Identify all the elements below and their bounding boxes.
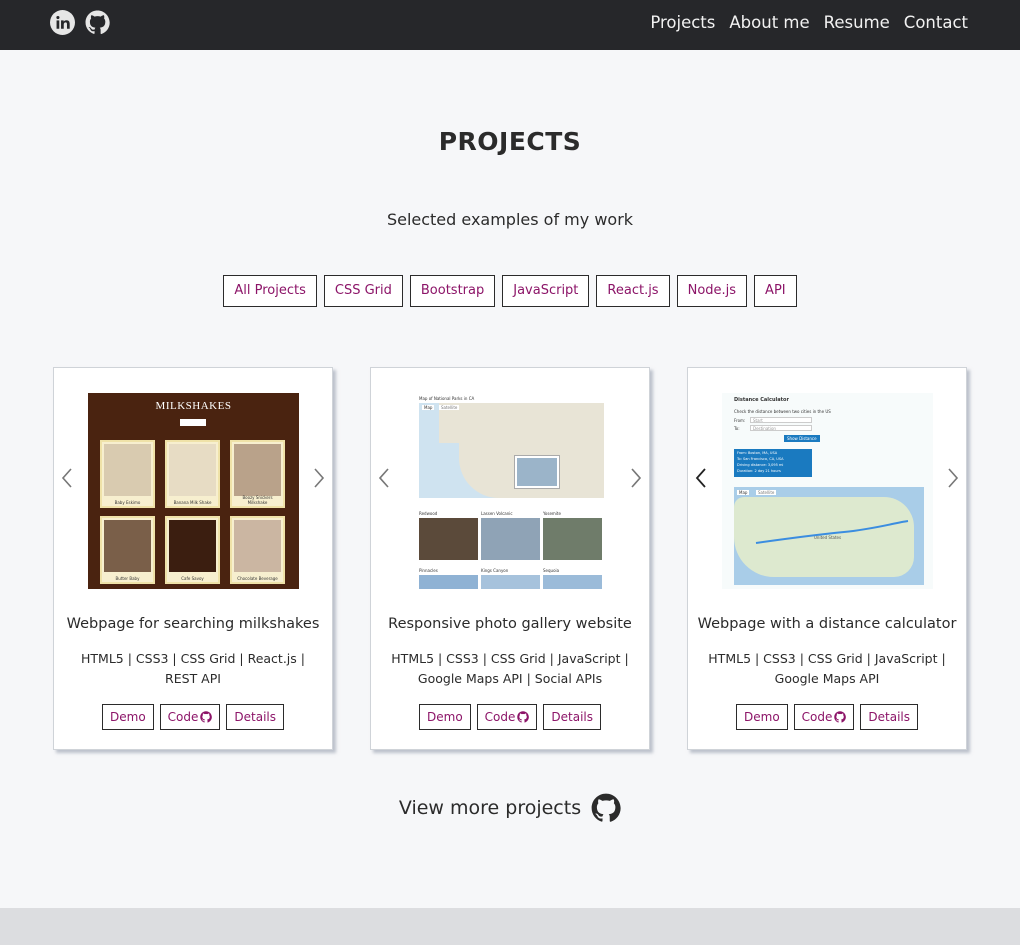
filter-nodejs[interactable]: Node.js	[676, 275, 748, 307]
card-actions: Demo Code Details	[54, 704, 332, 730]
nav-link-resume[interactable]: Resume	[824, 12, 890, 34]
card-tech-stack: HTML5 | CSS3 | CSS Grid | JavaScript | G…	[391, 651, 629, 686]
thumb-caption: Baby Eskimo	[114, 500, 141, 505]
demo-button[interactable]: Demo	[419, 704, 471, 730]
carousel-prev-icon[interactable]	[60, 466, 74, 490]
thumb-caption: Yosemite	[543, 511, 561, 516]
thumb-caption: Cafe Savoy	[181, 576, 204, 581]
project-card-milkshakes: MILKSHAKES Baby Eskimo Banana Milk Shake…	[53, 367, 333, 750]
project-filters: All Projects CSS Grid Bootstrap JavaScri…	[0, 275, 1020, 307]
filter-css-grid[interactable]: CSS Grid	[323, 275, 403, 307]
github-icon	[834, 711, 847, 723]
code-button[interactable]: Code	[159, 704, 221, 730]
github-icon[interactable]	[85, 10, 110, 35]
thumb-to-label: To:	[734, 426, 740, 431]
github-icon	[200, 711, 213, 723]
card-actions: Demo Code Details	[371, 704, 649, 730]
thumb-heading: Distance Calculator	[734, 397, 789, 403]
project-screenshot[interactable]: Map of National Parks in CA Map Satellit…	[405, 393, 616, 589]
details-label: Details	[234, 710, 276, 724]
code-label: Code	[801, 710, 833, 724]
view-more-projects-link[interactable]: View more projects	[0, 793, 1020, 823]
thumb-search-box	[180, 419, 206, 426]
thumb-caption: Redwood	[419, 511, 438, 516]
thumb-show-button: Show Distance	[784, 435, 820, 442]
project-card-distance-calculator: Distance Calculator Check the distance b…	[687, 367, 967, 750]
thumb-result-line: To: San Francisco, CA, USA	[737, 457, 784, 461]
thumb-caption: Pinnacles	[419, 568, 438, 573]
project-card-photo-gallery: Map of National Parks in CA Map Satellit…	[370, 367, 650, 750]
thumb-heading: Map of National Parks in CA	[419, 396, 475, 401]
thumb-heading: MILKSHAKES	[155, 400, 232, 412]
map-tab-satellite: Satellite	[439, 405, 460, 410]
thumb-caption: Boozy Snickers Milkshake	[242, 495, 273, 505]
details-label: Details	[551, 710, 593, 724]
thumb-caption: Banana Milk Shake	[173, 500, 212, 505]
details-button[interactable]: Details	[860, 704, 918, 730]
filter-reactjs[interactable]: React.js	[596, 275, 670, 307]
carousel-next-icon[interactable]	[946, 466, 960, 490]
demo-button[interactable]: Demo	[736, 704, 788, 730]
code-button[interactable]: Code	[793, 704, 855, 730]
navbar: Projects About me Resume Contact	[0, 0, 1020, 50]
carousel-next-icon[interactable]	[312, 466, 326, 490]
nav-link-projects[interactable]: Projects	[650, 12, 715, 34]
carousel-prev-icon[interactable]	[377, 466, 391, 490]
filter-javascript[interactable]: JavaScript	[502, 275, 590, 307]
thumb-result-line: Duration: 2 day 21 hours	[737, 469, 781, 473]
nav-link-about-me[interactable]: About me	[729, 12, 809, 34]
map-tab-map: Map	[422, 405, 435, 410]
card-title: Webpage with a distance calculator	[697, 616, 957, 632]
page-subtitle: Selected examples of my work	[386, 210, 634, 229]
filter-all-projects[interactable]: All Projects	[223, 275, 317, 307]
github-icon	[591, 793, 621, 822]
filter-bootstrap[interactable]: Bootstrap	[409, 275, 496, 307]
carousel-prev-icon[interactable]	[694, 466, 708, 490]
thumb-result-line: Driving distance: 3,095 mi	[737, 463, 784, 467]
thumb-intro: Check the distance between two cities in…	[734, 409, 831, 414]
filter-api[interactable]: API	[754, 275, 797, 307]
thumb-caption: Lassen Volcanic	[481, 511, 513, 516]
map-tab-map: Map	[737, 490, 750, 495]
thumb-result-line: From: Boston, MA, USA	[737, 451, 778, 455]
thumb-caption: Chocolate Beverage	[237, 576, 278, 581]
project-screenshot[interactable]: Distance Calculator Check the distance b…	[722, 393, 933, 589]
card-title: Responsive photo gallery website	[388, 616, 632, 632]
card-title: Webpage for searching milkshakes	[66, 616, 320, 632]
thumb-to-input: Destination	[750, 425, 812, 431]
code-label: Code	[484, 710, 516, 724]
linkedin-icon[interactable]	[50, 10, 75, 35]
page-title: PROJECTS	[438, 127, 582, 156]
thumb-from-label: From:	[734, 418, 746, 423]
thumb-caption: Sequoia	[543, 568, 560, 573]
nav-link-contact[interactable]: Contact	[904, 12, 968, 34]
demo-button[interactable]: Demo	[102, 704, 154, 730]
details-button[interactable]: Details	[226, 704, 284, 730]
card-actions: Demo Code Details	[688, 704, 966, 730]
code-label: Code	[167, 710, 199, 724]
thumb-caption: Kings Canyon	[481, 568, 509, 573]
view-more-label: View more projects	[398, 797, 582, 819]
demo-label: Demo	[110, 710, 146, 724]
thumb-from-input: Start	[750, 417, 812, 423]
social-links	[50, 10, 110, 35]
carousel-next-icon[interactable]	[629, 466, 643, 490]
thumb-caption: Butter Baby	[115, 576, 140, 581]
main-nav: Projects About me Resume Contact	[650, 12, 968, 34]
details-button[interactable]: Details	[543, 704, 601, 730]
footer	[0, 908, 1020, 945]
map-tab-satellite: Satellite	[756, 490, 777, 495]
demo-label: Demo	[427, 710, 463, 724]
code-button[interactable]: Code	[476, 704, 538, 730]
demo-label: Demo	[744, 710, 780, 724]
github-icon	[517, 711, 530, 723]
card-tech-stack: HTML5 | CSS3 | CSS Grid | React.js | RES…	[81, 651, 305, 686]
project-screenshot[interactable]: MILKSHAKES Baby Eskimo Banana Milk Shake…	[88, 393, 299, 589]
details-label: Details	[868, 710, 910, 724]
card-tech-stack: HTML5 | CSS3 | CSS Grid | JavaScript | G…	[708, 651, 946, 686]
